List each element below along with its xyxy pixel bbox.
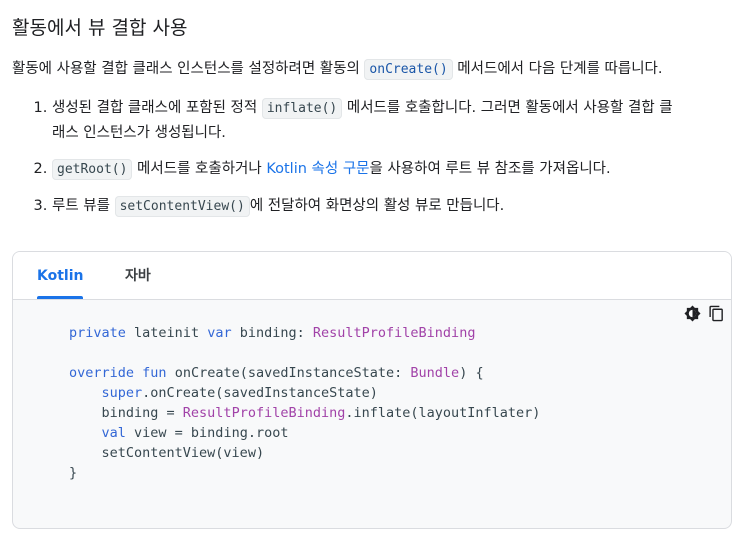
code-text: binding =	[101, 405, 183, 421]
step-3-text-before: 루트 뷰를	[52, 198, 115, 214]
tab-kotlin-label: Kotlin	[37, 268, 84, 284]
code-line-4: binding = ResultProfileBinding.inflate(l…	[69, 403, 541, 423]
code-keyword: var	[207, 325, 232, 341]
code-text: view = binding.root	[125, 425, 289, 441]
code-text: .inflate(layoutInflater)	[345, 405, 541, 421]
code-text: lateinit	[134, 325, 200, 341]
code-text: setContentView(view)	[101, 445, 265, 461]
step-item-2: getRoot() 메서드를 호출하거나 Kotlin 속성 구문을 사용하여 …	[52, 157, 732, 182]
code-type: Bundle	[410, 365, 460, 381]
code-keyword: fun	[142, 365, 167, 381]
code-type: ResultProfileBinding	[182, 405, 346, 421]
code-line-5: val view = binding.root	[69, 423, 540, 443]
intro-text-after: 메서드에서 다음 단계를 따릅니다.	[452, 61, 663, 77]
code-keyword: override	[69, 365, 135, 381]
step-2-text-middle: 메서드를 호출하거나	[132, 161, 267, 177]
code-line-7: }	[69, 463, 540, 483]
code-text: binding:	[231, 325, 313, 341]
step-1-text-after-line1: 메서드를 호출합니다. 그러면 활동에서 사용할 결합 클	[342, 100, 673, 116]
active-tab-indicator	[37, 296, 84, 299]
code-keyword: val	[101, 425, 126, 441]
intro-text-before: 활동에 사용할 결합 클래스 인스턴스를 설정하려면 활동의	[12, 61, 365, 77]
code-keyword: super	[101, 385, 143, 401]
code-keyword: private	[69, 325, 126, 341]
kotlin-code-block: private lateinit var binding: ResultProf…	[69, 323, 540, 483]
code-text: onCreate(savedInstanceState:	[166, 365, 411, 381]
step-1-text-before: 생성된 결합 클래스에 포함된 정적	[52, 100, 262, 116]
code-text: }	[69, 465, 78, 481]
code-line-3: super.onCreate(savedInstanceState)	[69, 383, 540, 403]
intro-inline-code: onCreate()	[364, 59, 453, 80]
kotlin-property-syntax-link[interactable]: Kotlin 속성 구문	[266, 161, 369, 177]
code-line-2: override fun onCreate(savedInstanceState…	[69, 363, 540, 383]
code-toolbar	[683, 304, 725, 322]
tab-java-label: 자바	[125, 268, 151, 284]
code-text: .onCreate(savedInstanceState)	[142, 385, 378, 401]
step-2-inline-code: getRoot()	[52, 159, 133, 180]
page-title: 활동에서 뷰 결합 사용	[12, 17, 188, 39]
code-line-6: setContentView(view)	[69, 443, 540, 463]
theme-toggle-icon[interactable]	[683, 304, 701, 322]
step-item-3: 루트 뷰를 setContentView()에 전달하여 화면상의 활성 뷰로 …	[52, 194, 732, 219]
step-3-inline-code: setContentView()	[114, 196, 250, 217]
step-item-1: 생성된 결합 클래스에 포함된 정적 inflate() 메서드를 호출합니다.…	[52, 96, 732, 145]
code-sample-card: Kotlin 자바 private lateinit var binding: …	[12, 251, 732, 529]
step-1-inline-code: inflate()	[261, 98, 343, 119]
page-content: 활동에서 뷰 결합 사용 활동에 사용할 결합 클래스 인스턴스를 설정하려면 …	[12, 14, 732, 231]
steps-list: 생성된 결합 클래스에 포함된 정적 inflate() 메서드를 호출합니다.…	[12, 96, 732, 219]
code-line-1: private lateinit var binding: ResultProf…	[69, 323, 540, 343]
code-text: ) {	[459, 365, 484, 381]
intro-paragraph: 활동에 사용할 결합 클래스 인스턴스를 설정하려면 활동의 onCreate(…	[12, 57, 732, 82]
tab-java[interactable]: 자바	[125, 252, 151, 299]
step-1-text-after-line2: 래스 인스턴스가 생성됩니다.	[52, 125, 226, 141]
copy-icon[interactable]	[707, 304, 725, 322]
language-tab-bar: Kotlin 자바	[13, 252, 731, 300]
step-3-text-after: 에 전달하여 화면상의 활성 뷰로 만듭니다.	[249, 198, 505, 214]
code-type: ResultProfileBinding	[312, 325, 476, 341]
tab-kotlin[interactable]: Kotlin	[37, 252, 84, 299]
step-2-text-after: 을 사용하여 루트 뷰 참조를 가져옵니다.	[369, 161, 611, 177]
